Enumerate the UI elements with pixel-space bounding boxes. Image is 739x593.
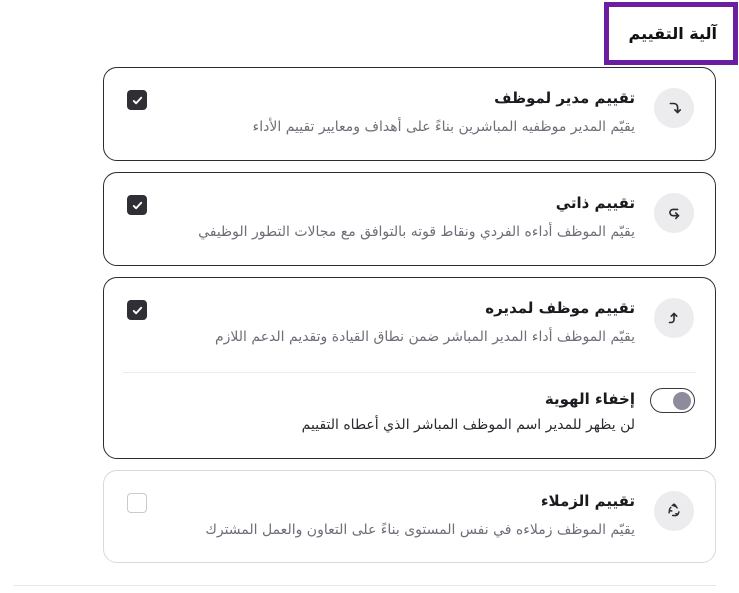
anonymity-description: لن يظهر للمدير اسم الموظف المباشر الذي أ… (301, 417, 635, 433)
enable-checkbox[interactable] (127, 90, 147, 110)
card-manager-to-employee[interactable]: تقييم مدير لموظف يقيّم المدير موظفيه الم… (103, 67, 716, 161)
card-self-evaluation[interactable]: تقييم ذاتي يقيّم الموظف أداءه الفردي ونق… (103, 172, 716, 266)
card-title: تقييم مدير لموظف (494, 89, 635, 107)
card-divider (123, 372, 696, 373)
anonymity-toggle[interactable] (650, 388, 695, 413)
card-description: يقيّم الموظف أداءه الفردي ونقاط قوته بال… (198, 224, 635, 240)
section-title-text: آلية التقييم (628, 24, 717, 43)
card-description: يقيّم الموظف زملاءه في نفس المستوى بناءً… (205, 522, 635, 538)
section-title: آلية التقييم (604, 2, 738, 65)
toggle-knob (673, 391, 691, 410)
check-icon (132, 306, 142, 314)
card-title: تقييم موظف لمديره (485, 299, 635, 317)
anonymity-title: إخفاء الهوية (544, 390, 635, 408)
arrow-turn-up-icon (654, 298, 694, 338)
enable-checkbox[interactable] (127, 300, 147, 320)
card-title: تقييم الزملاء (540, 492, 635, 510)
enable-checkbox[interactable] (127, 195, 147, 215)
card-employee-to-manager[interactable]: تقييم موظف لمديره يقيّم الموظف أداء المد… (103, 277, 716, 459)
card-description: يقيّم المدير موظفيه المباشرين بناءً على … (252, 119, 635, 135)
card-peer-evaluation[interactable]: تقييم الزملاء يقيّم الموظف زملاءه في نفس… (103, 470, 716, 563)
enable-checkbox[interactable] (127, 493, 147, 513)
recycle-arrows-icon (654, 491, 694, 531)
card-description: يقيّم الموظف أداء المدير المباشر ضمن نطا… (214, 329, 635, 345)
section-divider (14, 585, 716, 586)
arrow-return-left-icon (654, 193, 694, 233)
check-icon (132, 96, 142, 104)
check-icon (132, 201, 142, 209)
arrow-turn-down-left-icon (654, 88, 694, 128)
card-title: تقييم ذاتي (555, 194, 635, 212)
